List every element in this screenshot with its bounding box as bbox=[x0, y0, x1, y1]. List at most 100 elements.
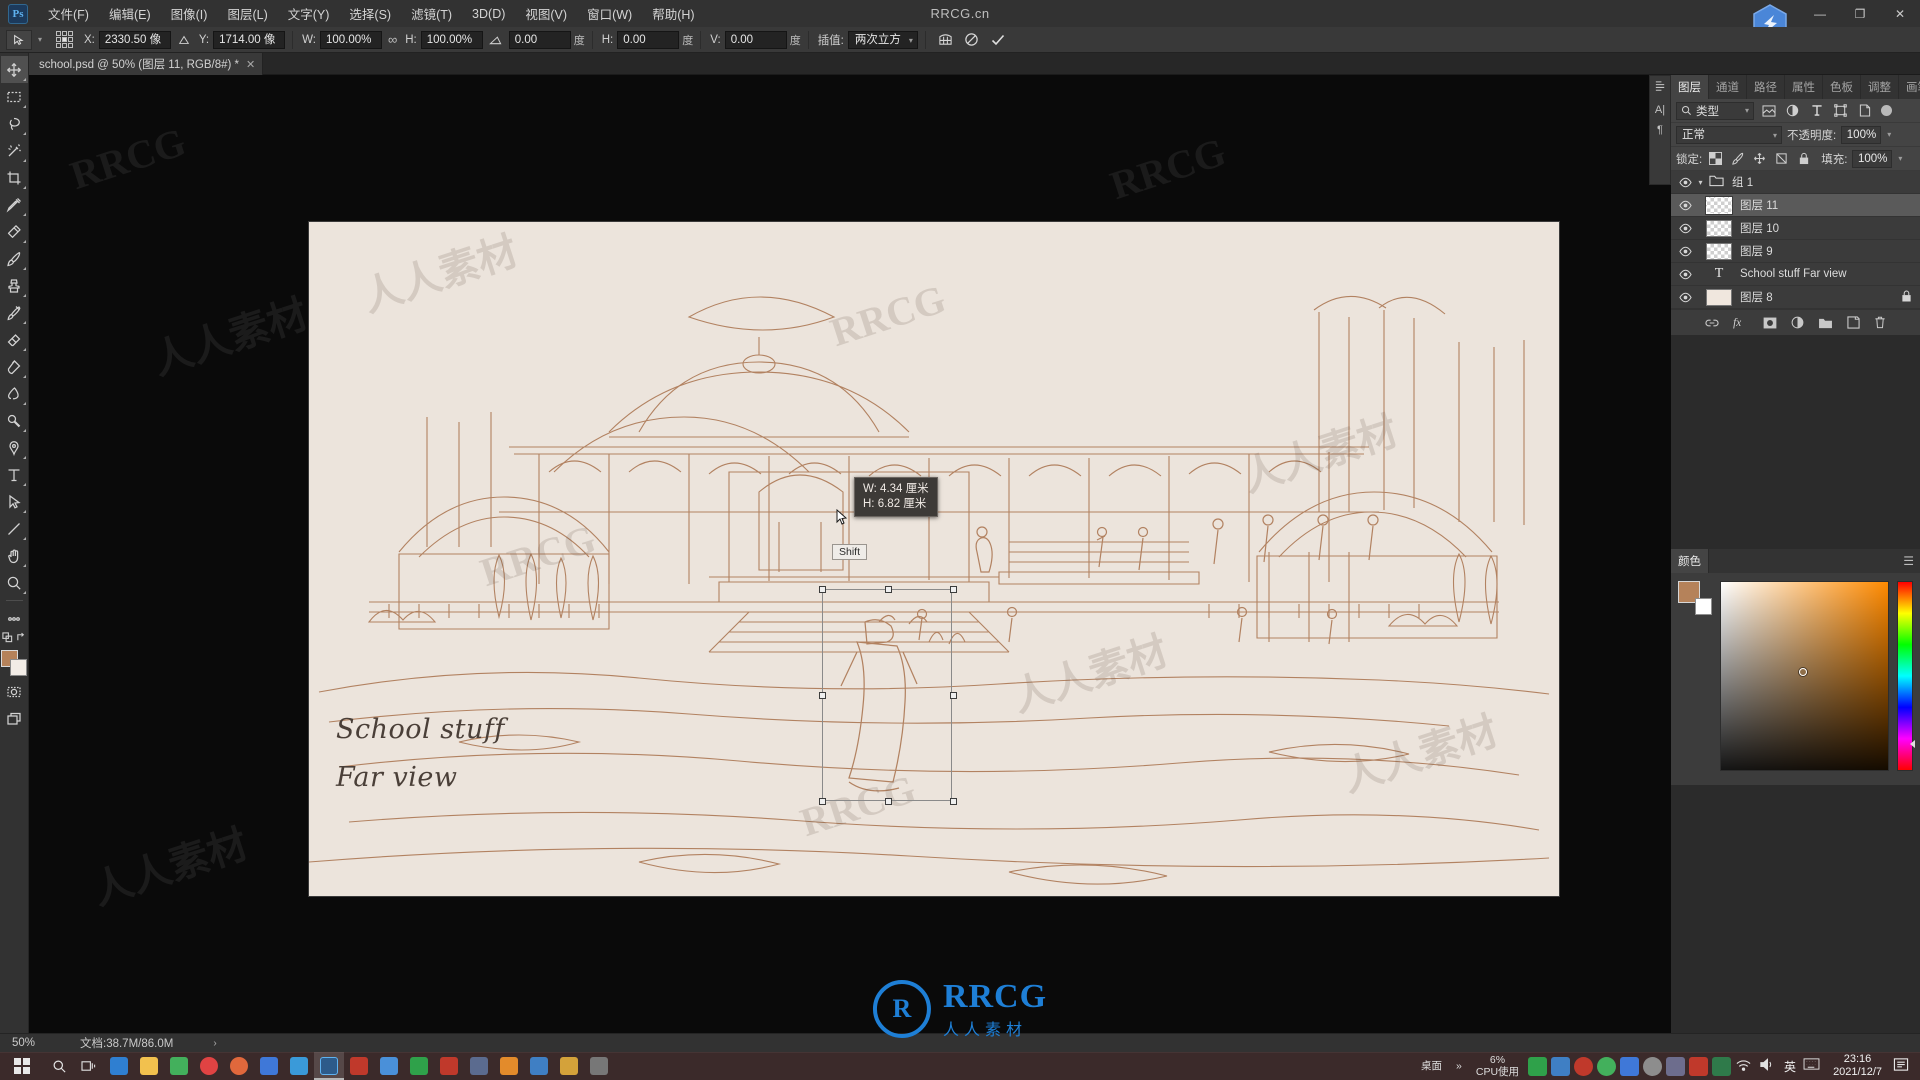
shape-filter-icon[interactable] bbox=[1831, 102, 1850, 120]
filter-toggle-switch[interactable] bbox=[1881, 105, 1892, 116]
menu-type[interactable]: 文字(Y) bbox=[278, 0, 340, 27]
layer-row-10[interactable]: 图层 10 bbox=[1671, 217, 1920, 240]
brush-tool[interactable] bbox=[1, 245, 28, 272]
menu-select[interactable]: 选择(S) bbox=[339, 0, 401, 27]
app-recorder[interactable] bbox=[194, 1052, 224, 1080]
tab-channels[interactable]: 通道 bbox=[1709, 75, 1747, 99]
ime-indicator[interactable]: 英 bbox=[1779, 1058, 1801, 1075]
tab-properties[interactable]: 属性 bbox=[1785, 75, 1823, 99]
new-group-icon[interactable] bbox=[1818, 317, 1833, 329]
default-colors-icon[interactable] bbox=[1, 632, 13, 643]
hand-tool[interactable] bbox=[1, 542, 28, 569]
status-expand-icon[interactable]: › bbox=[213, 1038, 216, 1049]
relative-position-icon[interactable] bbox=[174, 31, 194, 49]
canvas-workspace[interactable]: RRCG 人人素材 RRCG 人人素材 RRCG bbox=[29, 75, 1920, 1052]
adjustment-layer-icon[interactable] bbox=[1791, 316, 1804, 329]
menu-edit[interactable]: 编辑(E) bbox=[99, 0, 161, 27]
tab-paths[interactable]: 路径 bbox=[1747, 75, 1785, 99]
group-expand-icon[interactable]: ▾ bbox=[1695, 178, 1706, 187]
transform-handle-br[interactable] bbox=[950, 798, 957, 805]
transform-handle-bc[interactable] bbox=[885, 798, 892, 805]
tray-icon-obs[interactable] bbox=[1574, 1056, 1594, 1076]
app-cloud[interactable] bbox=[374, 1052, 404, 1080]
type-tool[interactable] bbox=[1, 461, 28, 488]
app-note[interactable] bbox=[554, 1052, 584, 1080]
color-spectrum-field[interactable] bbox=[1720, 581, 1889, 771]
app-chat[interactable] bbox=[164, 1052, 194, 1080]
cpu-usage-widget[interactable]: 6% CPU使用 bbox=[1469, 1054, 1526, 1078]
app-pdf[interactable] bbox=[344, 1052, 374, 1080]
layer-thumbnail[interactable] bbox=[1706, 242, 1732, 260]
layer-thumbnail[interactable] bbox=[1706, 288, 1732, 306]
new-layer-icon[interactable] bbox=[1847, 316, 1860, 329]
tray-icon-dropbox[interactable] bbox=[1551, 1056, 1571, 1076]
transform-handle-tr[interactable] bbox=[950, 586, 957, 593]
layer-thumbnail[interactable] bbox=[1705, 195, 1733, 215]
more-tools-icon[interactable] bbox=[1, 605, 28, 632]
active-tool-icon[interactable] bbox=[6, 29, 32, 50]
network-icon[interactable] bbox=[1735, 1057, 1754, 1076]
layer-visibility-icon[interactable] bbox=[1675, 176, 1695, 189]
eraser-tool[interactable] bbox=[1, 326, 28, 353]
restore-button[interactable]: ❐ bbox=[1840, 0, 1880, 27]
layer-row-9[interactable]: 图层 9 bbox=[1671, 240, 1920, 263]
background-color-swatch[interactable] bbox=[10, 659, 27, 676]
cancel-transform-icon[interactable] bbox=[962, 31, 982, 49]
color-swatches[interactable] bbox=[1, 650, 27, 676]
screen-mode-icon[interactable] bbox=[1, 705, 28, 732]
app-vlc[interactable] bbox=[494, 1052, 524, 1080]
app-music[interactable] bbox=[224, 1052, 254, 1080]
layer-row-8[interactable]: 图层 8 bbox=[1671, 286, 1920, 309]
menu-filter[interactable]: 滤镜(T) bbox=[401, 0, 462, 27]
layer-row-11[interactable]: 图层 11 bbox=[1671, 194, 1920, 217]
skew-h-input[interactable]: 0.00 bbox=[617, 30, 680, 49]
tray-icon-green[interactable] bbox=[1528, 1056, 1548, 1076]
x-input[interactable]: 2330.50 像 bbox=[98, 30, 171, 49]
menu-layer[interactable]: 图层(L) bbox=[217, 0, 277, 27]
clone-stamp-tool[interactable] bbox=[1, 272, 28, 299]
path-selection-tool[interactable] bbox=[1, 488, 28, 515]
tray-icon-adobe[interactable] bbox=[1666, 1056, 1686, 1076]
delete-layer-icon[interactable] bbox=[1874, 316, 1886, 329]
layer-visibility-icon[interactable] bbox=[1675, 268, 1695, 281]
layer-row-group1[interactable]: ▾ 组 1 bbox=[1671, 171, 1920, 194]
y-input[interactable]: 1714.00 像 bbox=[213, 30, 286, 49]
dodge-tool[interactable] bbox=[1, 407, 28, 434]
app-edge[interactable] bbox=[104, 1052, 134, 1080]
app-misc[interactable] bbox=[584, 1052, 614, 1080]
character-icon[interactable]: A| bbox=[1655, 104, 1665, 116]
lock-position-icon[interactable] bbox=[1751, 150, 1768, 167]
close-button[interactable]: ✕ bbox=[1880, 0, 1920, 27]
zoom-tool[interactable] bbox=[1, 569, 28, 596]
app-folder[interactable] bbox=[134, 1052, 164, 1080]
link-aspect-icon[interactable]: ∞ bbox=[388, 32, 397, 47]
layer-filter-type-select[interactable]: 类型 ▾ bbox=[1676, 101, 1754, 120]
reference-point-selector[interactable] bbox=[56, 31, 73, 48]
color-marker[interactable] bbox=[1799, 668, 1807, 676]
search-icon[interactable] bbox=[44, 1052, 74, 1080]
blur-tool[interactable] bbox=[1, 380, 28, 407]
document-tab[interactable]: school.psd @ 50% (图层 11, RGB/8#) * ✕ bbox=[29, 53, 264, 75]
opacity-input[interactable]: 100% bbox=[1841, 125, 1882, 144]
layer-row-text[interactable]: T School stuff Far view bbox=[1671, 263, 1920, 286]
transform-handle-ml[interactable] bbox=[819, 692, 826, 699]
text-layer-icon[interactable]: T bbox=[1706, 266, 1732, 282]
swap-colors-icon[interactable] bbox=[16, 632, 27, 643]
crop-tool[interactable] bbox=[1, 164, 28, 191]
gradient-tool[interactable] bbox=[1, 353, 28, 380]
tray-icon-downloader[interactable] bbox=[1620, 1056, 1640, 1076]
rotate-input[interactable]: 0.00 bbox=[508, 30, 571, 49]
tray-icon-vpn[interactable] bbox=[1712, 1056, 1732, 1076]
color-panel-menu-icon[interactable]: ☰ bbox=[1897, 549, 1920, 573]
app-photoshop[interactable] bbox=[314, 1052, 344, 1080]
opacity-spinner-icon[interactable]: ▾ bbox=[1887, 130, 1891, 139]
pen-tool[interactable] bbox=[1, 434, 28, 461]
width-input[interactable]: 100.00% bbox=[319, 30, 382, 49]
app-mail[interactable] bbox=[254, 1052, 284, 1080]
line-shape-tool[interactable] bbox=[1, 515, 28, 542]
ime-keyboard-icon[interactable] bbox=[1803, 1057, 1822, 1076]
tray-icon-cloud[interactable] bbox=[1643, 1056, 1663, 1076]
history-icon[interactable] bbox=[1654, 80, 1667, 96]
tab-adjustments[interactable]: 调整 bbox=[1861, 75, 1899, 99]
warp-icon[interactable] bbox=[936, 31, 956, 49]
